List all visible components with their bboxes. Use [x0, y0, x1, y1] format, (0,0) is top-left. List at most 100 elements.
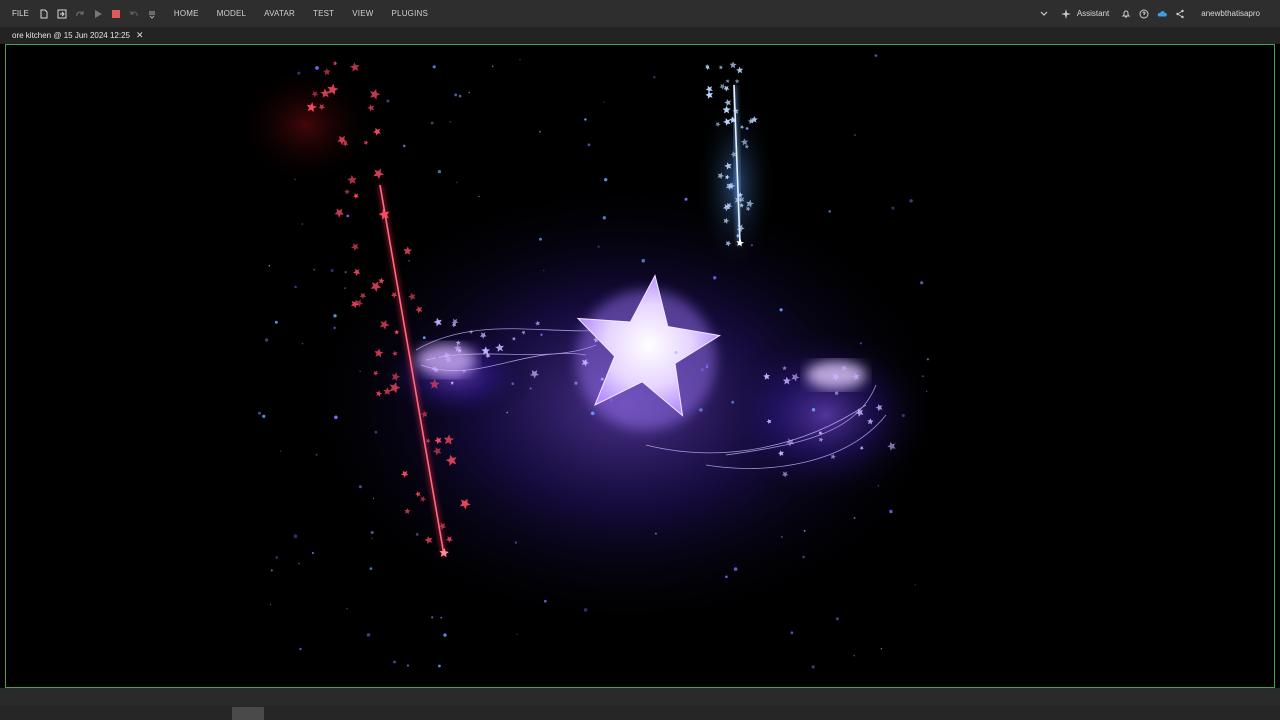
- sparkle-dot: [458, 94, 462, 98]
- user-account-button[interactable]: anewbthatisapro: [1195, 9, 1266, 18]
- sparkle-dot: [297, 71, 301, 75]
- sparkle-dot: [891, 206, 895, 210]
- sparkle-dot: [299, 647, 302, 651]
- sparkle-dot: [443, 633, 447, 637]
- sparkle-dot: [301, 342, 304, 345]
- star-particle: [370, 89, 381, 100]
- sparkle-dot: [431, 616, 434, 619]
- file-menu-button[interactable]: FILE: [6, 9, 35, 18]
- sparkle-dot: [602, 216, 606, 220]
- sparkle-dot: [334, 415, 338, 420]
- sparkle-dot: [539, 130, 541, 133]
- menu-home[interactable]: HOME: [165, 9, 208, 18]
- sparkle-dot: [294, 285, 297, 289]
- star-particle: [705, 85, 713, 93]
- sparkle-dot: [529, 387, 532, 390]
- sparkle-dot: [387, 227, 389, 230]
- sparkle-dot: [298, 562, 300, 565]
- sparkle-dot: [440, 617, 443, 619]
- sparkle-dot: [853, 654, 855, 657]
- menu-plugins[interactable]: PLUGINS: [383, 9, 438, 18]
- sparkle-dot: [346, 607, 348, 610]
- sparkle-dot: [506, 411, 509, 414]
- sparkle-dot: [609, 398, 613, 402]
- close-icon[interactable]: ✕: [136, 30, 144, 41]
- sparkle-dot: [468, 91, 471, 94]
- sparkle-dot: [438, 664, 441, 668]
- sparkle-dot: [802, 555, 805, 559]
- stop-icon[interactable]: [109, 7, 123, 21]
- star-particle: [353, 193, 359, 199]
- bell-icon[interactable]: [1119, 7, 1133, 21]
- chevron-down-icon[interactable]: [1037, 7, 1051, 21]
- sparkle-dot: [540, 333, 543, 336]
- tab-label: ore kitchen @ 15 Jun 2024 12:25: [12, 31, 130, 40]
- cloud-icon[interactable]: [1155, 7, 1169, 21]
- sparkle-dot: [330, 269, 334, 272]
- sparkle-dot: [920, 281, 924, 285]
- 3d-viewport[interactable]: [5, 44, 1275, 688]
- star-particle: [344, 188, 350, 195]
- sparkle-dot: [430, 121, 434, 125]
- star-particle: [347, 175, 357, 185]
- sparkle-dot: [705, 365, 709, 369]
- share-icon[interactable]: [1173, 7, 1187, 21]
- sparkle-dot: [333, 326, 336, 330]
- sparkle-dot: [432, 65, 436, 69]
- sparkle-dot: [346, 214, 350, 218]
- sparkle-dot: [511, 382, 514, 386]
- sparkle-dot: [859, 342, 862, 345]
- sparkle-dot: [359, 370, 361, 372]
- sparkle-dot: [269, 603, 272, 606]
- sparkle-dot: [901, 413, 905, 418]
- redo-icon[interactable]: [73, 7, 87, 21]
- sparkle-dot: [437, 169, 442, 174]
- sparkle-dot: [880, 648, 883, 650]
- top-toolbar: FILE HOME MODEL AVATAR TEST VIEW PLUGINS…: [0, 0, 1280, 27]
- sparkle-dot: [926, 358, 930, 361]
- horizontal-scrollbar[interactable]: [0, 706, 1280, 720]
- undo-icon[interactable]: [127, 7, 141, 21]
- assistant-button[interactable]: Assistant: [1075, 9, 1115, 18]
- sparkle-dot: [264, 338, 269, 342]
- sparkle-dot: [516, 633, 518, 635]
- menu-test[interactable]: TEST: [304, 9, 343, 18]
- sparkle-dot: [803, 530, 806, 532]
- sparkle-dot: [790, 631, 794, 635]
- star-particle: [725, 78, 730, 84]
- help-icon[interactable]: [1137, 7, 1151, 21]
- import-icon[interactable]: [55, 7, 69, 21]
- toolbar-right-group: Assistant anewbthatisapro: [1035, 0, 1266, 27]
- sparkle-dot: [700, 368, 705, 372]
- sparkle-dot: [641, 258, 646, 263]
- more-icon[interactable]: [145, 7, 159, 21]
- new-file-icon[interactable]: [37, 7, 51, 21]
- sparkle-dot: [590, 411, 595, 416]
- sparkle-dot: [587, 143, 591, 147]
- scrollbar-thumb[interactable]: [232, 707, 264, 720]
- sparkle-dot: [921, 375, 924, 378]
- sparkle-dot: [781, 536, 783, 538]
- sparkle-dot: [853, 517, 856, 519]
- sparkle-dot: [270, 569, 273, 572]
- star-particle: [718, 65, 724, 70]
- sparkle-dot: [422, 336, 426, 340]
- sparkle-dot: [909, 199, 913, 203]
- sparkle-dot: [366, 633, 371, 637]
- menu-model[interactable]: MODEL: [208, 9, 255, 18]
- sparkle-dot: [386, 99, 390, 103]
- tab-place[interactable]: ore kitchen @ 15 Jun 2024 12:25 ✕: [0, 27, 150, 44]
- menu-avatar[interactable]: AVATAR: [255, 9, 304, 18]
- sparkle-dot: [653, 76, 656, 79]
- play-icon[interactable]: [91, 7, 105, 21]
- sparkle-dot: [604, 178, 608, 182]
- sparkle-dot: [731, 400, 735, 404]
- sparkle-dot: [854, 134, 856, 136]
- menu-view[interactable]: VIEW: [343, 9, 382, 18]
- sparkle-dot: [456, 181, 458, 183]
- sparkle-dot: [539, 237, 542, 241]
- sparkle-dot: [415, 533, 419, 536]
- sparkle-dot: [275, 556, 278, 559]
- sparkle-icon[interactable]: [1059, 7, 1073, 21]
- star-particle: [729, 61, 737, 69]
